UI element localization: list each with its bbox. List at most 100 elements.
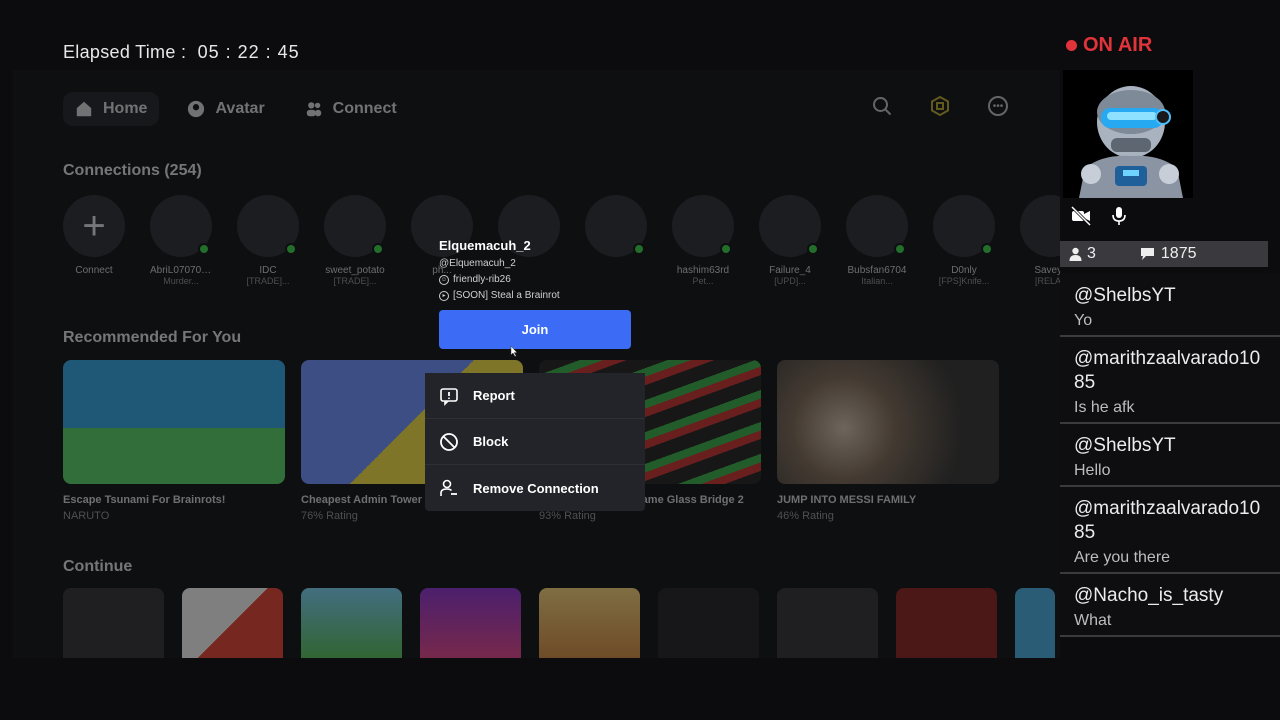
- popup-handle: @Elquemacuh_2: [439, 258, 516, 269]
- top-nav: Home Avatar Connect: [63, 92, 409, 126]
- friend-name: Failure_4: [769, 265, 811, 276]
- chat-message: @marithzaalvarado1085 Is he afk: [1060, 337, 1280, 424]
- friend-status: [FPS]Knife...: [938, 276, 990, 286]
- friend-item[interactable]: hashim63rd Pet...: [672, 195, 734, 286]
- people-icon: [306, 102, 321, 117]
- avatar-icon: [188, 100, 205, 118]
- nav-connect[interactable]: Connect: [293, 92, 409, 126]
- chat-username: @ShelbsYT: [1074, 285, 1176, 306]
- chat-username: @marithzaalvarado1085: [1074, 348, 1261, 393]
- continue-tile[interactable]: [301, 588, 402, 658]
- avatar: [1020, 195, 1060, 257]
- chat-text: Are you there: [1074, 549, 1171, 566]
- game-rating: 46% Rating: [777, 510, 834, 522]
- friend-item[interactable]: Failure_4 [UPD]...: [759, 195, 821, 286]
- continue-tile[interactable]: [420, 588, 521, 658]
- friend-status: [RELAP: [1034, 276, 1060, 286]
- chat-username: @Nacho_is_tasty: [1074, 585, 1224, 606]
- friend-item[interactable]: Saveyo [RELAP: [1020, 195, 1060, 286]
- avatar: [150, 195, 212, 257]
- friend-status: Italian...: [861, 276, 893, 286]
- friend-status: [TRADE]...: [246, 276, 290, 286]
- friend-name: hashim63rd: [676, 265, 730, 276]
- online-dot: [285, 243, 297, 255]
- chat-message: @Nacho_is_tasty What: [1060, 574, 1280, 637]
- friend-item[interactable]: IDC [TRADE]...: [237, 195, 299, 286]
- join-button[interactable]: Join: [439, 310, 631, 349]
- friend-status: Pet...: [692, 276, 714, 286]
- continue-tile[interactable]: [63, 588, 164, 658]
- avatar: [846, 195, 908, 257]
- nav-avatar[interactable]: Avatar: [175, 92, 276, 126]
- friend-item[interactable]: sweet_potato [TRADE]...: [324, 195, 386, 286]
- report-menu-item[interactable]: Report: [425, 373, 645, 419]
- game-card[interactable]: JUMP INTO MESSI FAMILY 46% Rating: [777, 360, 999, 522]
- report-label: Report: [473, 388, 515, 403]
- game-rating: NARUTO: [63, 510, 110, 522]
- streamer-avatar-cam: [1063, 70, 1193, 198]
- remove-connection-menu-item[interactable]: Remove Connection: [425, 465, 645, 511]
- stream-stats-bar: 3 1875: [1060, 241, 1268, 267]
- connect-add-button[interactable]: + Connect: [63, 195, 125, 286]
- block-menu-item[interactable]: Block: [425, 419, 645, 465]
- friend-name: D0nly: [951, 265, 977, 276]
- avatar: [237, 195, 299, 257]
- game-rating: 93% Rating: [539, 510, 596, 522]
- viewer-count-value: 3: [1087, 245, 1096, 262]
- more-icon[interactable]: •••: [988, 96, 1008, 116]
- connection-popup: Elquemacuh_2 @Elquemacuh_2 ☺ friendly-ri…: [425, 228, 645, 511]
- microphone-icon[interactable]: [1108, 205, 1130, 227]
- robux-icon[interactable]: [930, 96, 950, 116]
- camera-off-icon[interactable]: [1070, 205, 1092, 227]
- continue-tile[interactable]: [896, 588, 997, 658]
- media-controls: [1070, 205, 1130, 227]
- game-rating: 76% Rating: [301, 510, 358, 522]
- continue-tile[interactable]: [777, 588, 878, 658]
- chat-message: @marithzaalvarado1085 Are you there: [1060, 487, 1280, 574]
- popup-status-row: ☺ friendly-rib26: [439, 274, 631, 285]
- remove-connection-label: Remove Connection: [473, 480, 599, 496]
- on-air-indicator: ON AIR: [1066, 34, 1152, 57]
- chat-username: @ShelbsYT: [1074, 435, 1176, 456]
- nav-home[interactable]: Home: [63, 92, 160, 126]
- report-icon: [440, 387, 458, 406]
- online-dot: [372, 243, 384, 255]
- message-count: 1875: [1140, 245, 1197, 263]
- search-icon[interactable]: [872, 96, 892, 116]
- nav-connect-label: Connect: [332, 100, 397, 117]
- online-dot: [981, 243, 993, 255]
- remove-user-icon: [440, 479, 457, 496]
- play-icon: ▸: [439, 290, 449, 301]
- game-card[interactable]: Escape Tsunami For Brainrots! NARUTO: [63, 360, 285, 522]
- online-dot: [807, 243, 819, 255]
- chat-bubble-icon: [1140, 248, 1154, 260]
- continue-tile[interactable]: [658, 588, 759, 658]
- block-icon: [440, 432, 458, 451]
- viewer-count: 3: [1069, 245, 1096, 263]
- nav-right-icons: •••: [872, 96, 1008, 116]
- robot-avatar-image: [1063, 70, 1193, 198]
- continue-tile[interactable]: [539, 588, 640, 658]
- continue-tile[interactable]: [1015, 588, 1055, 658]
- game-title: Escape Tsunami For Brainrots!: [63, 494, 226, 506]
- friend-item[interactable]: AbriL0707077 Murder...: [150, 195, 212, 286]
- elapsed-label: Elapsed Time :: [63, 42, 187, 62]
- elapsed-value: 05 : 22 : 45: [197, 42, 300, 62]
- avatar: [933, 195, 995, 257]
- nav-avatar-label: Avatar: [215, 100, 265, 117]
- person-icon: [1069, 247, 1082, 261]
- avatar: [324, 195, 386, 257]
- home-icon: [76, 101, 92, 117]
- plus-icon: +: [63, 195, 125, 257]
- popup-header: Elquemacuh_2 @Elquemacuh_2 ☺ friendly-ri…: [425, 228, 645, 359]
- friend-item[interactable]: D0nly [FPS]Knife...: [933, 195, 995, 286]
- chat-text: What: [1074, 612, 1112, 629]
- chat-feed: @ShelbsYT Yo @marithzaalvarado1085 Is he…: [1060, 274, 1280, 637]
- continue-games: [63, 588, 1055, 658]
- popup-game: [SOON] Steal a Brainrot: [453, 290, 560, 301]
- continue-tile[interactable]: [182, 588, 283, 658]
- friend-item[interactable]: Bubsfan6704 Italian...: [846, 195, 908, 286]
- popup-menu: Report Block Remove Connection: [425, 373, 645, 511]
- friend-name: Connect: [75, 265, 113, 276]
- online-dot: [720, 243, 732, 255]
